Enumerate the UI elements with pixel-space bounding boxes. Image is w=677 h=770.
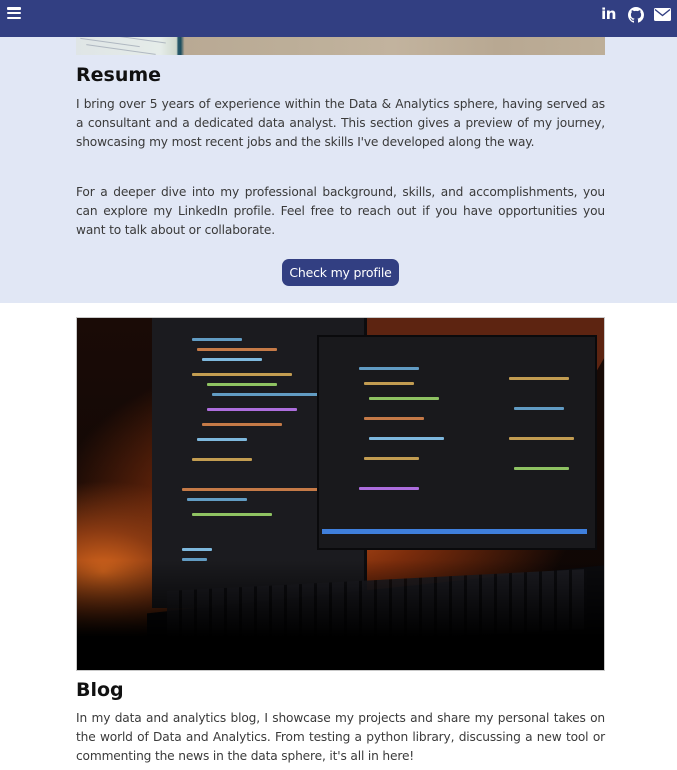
social-links: in (600, 6, 671, 23)
github-icon[interactable] (627, 6, 644, 23)
resume-paragraph: For a deeper dive into my professional b… (76, 185, 605, 237)
blog-image (76, 317, 605, 671)
resume-title: Resume (76, 64, 162, 86)
blog-paragraph: In my data and analytics blog, I showcas… (76, 711, 605, 763)
hamburger-menu-icon[interactable] (7, 7, 21, 19)
resume-section: Resume I bring over 5 years of experienc… (0, 37, 677, 303)
resume-image (76, 37, 605, 55)
blog-title: Blog (76, 679, 124, 701)
navbar: in (0, 0, 677, 37)
linkedin-icon[interactable]: in (600, 6, 617, 23)
envelope-icon[interactable] (654, 6, 671, 23)
check-profile-button[interactable]: Check my profile (282, 259, 399, 286)
resume-paragraph: I bring over 5 years of experience withi… (76, 97, 605, 149)
